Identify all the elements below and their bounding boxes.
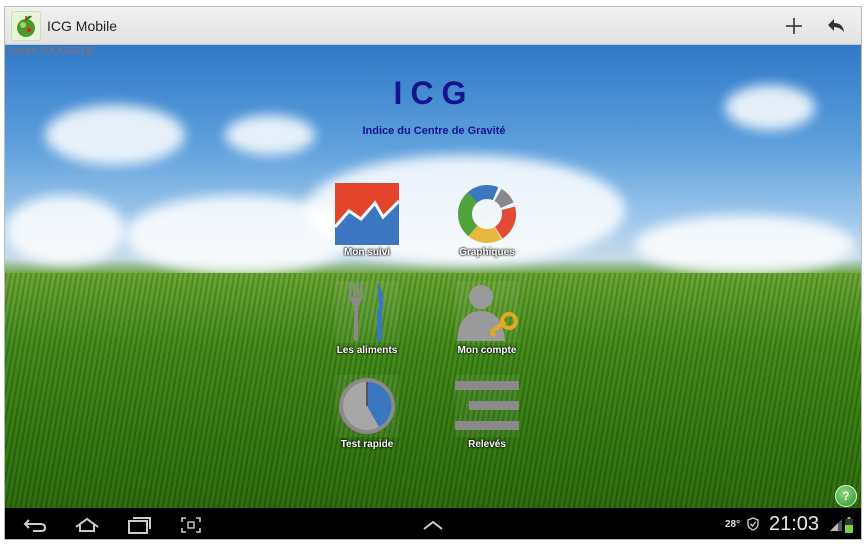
- tile-releves[interactable]: Relevés: [447, 375, 527, 455]
- user-key-icon: [455, 281, 519, 343]
- plus-icon: [786, 18, 802, 34]
- donut-chart-icon: [455, 183, 519, 245]
- nav-screenshot-button[interactable]: [175, 514, 207, 536]
- page-subtitle: Indice du Centre de Gravité: [362, 125, 506, 137]
- screenshot-icon: [181, 517, 201, 533]
- cloud: [635, 215, 855, 275]
- help-button[interactable]: ?: [835, 485, 857, 507]
- status-clock: 21:03: [769, 513, 820, 535]
- help-icon: ?: [842, 489, 850, 503]
- page-title: ICG: [393, 75, 475, 111]
- app-logo-icon[interactable]: [11, 11, 41, 41]
- battery-icon: [845, 517, 853, 533]
- app-window: ICG Mobile Joseph DJOGBEDE ICG Indice du…: [4, 6, 862, 540]
- tile-mon-suivi[interactable]: Mon suivi: [327, 183, 407, 263]
- status-temperature: 28°: [725, 519, 741, 530]
- fork-knife-icon: [335, 281, 399, 343]
- cloud: [125, 195, 355, 275]
- user-name: Joseph DJOGBEDE: [5, 46, 96, 57]
- list-bars-icon: [455, 375, 519, 437]
- recent-apps-icon: [128, 517, 151, 534]
- nav-home-button[interactable]: [71, 514, 103, 536]
- back-arrow-icon: [23, 519, 47, 532]
- home-icon: [75, 517, 99, 532]
- tile-test-rapide[interactable]: Test rapide: [327, 375, 407, 455]
- cloud: [5, 195, 125, 265]
- signal-icon: [830, 519, 842, 531]
- tile-label: Mon compte: [457, 345, 517, 356]
- shield-check-icon: [747, 517, 759, 531]
- tile-mon-compte[interactable]: Mon compte: [447, 281, 527, 361]
- reply-arrow-icon: [828, 19, 844, 32]
- add-button[interactable]: [779, 12, 809, 40]
- chevron-up-icon: [423, 520, 443, 530]
- main-content: Joseph DJOGBEDE ICG Indice du Centre de …: [5, 45, 861, 508]
- nav-expand-button[interactable]: [417, 514, 449, 536]
- tile-label: Relevés: [468, 439, 506, 450]
- app-title: ICG Mobile: [47, 18, 118, 34]
- nav-recent-apps-button[interactable]: [123, 514, 155, 536]
- action-bar: ICG Mobile: [5, 7, 861, 45]
- tile-label: Test rapide: [340, 439, 394, 450]
- tile-les-aliments[interactable]: Les aliments: [327, 281, 407, 361]
- tile-label: Graphiques: [459, 247, 515, 258]
- tile-graphiques[interactable]: Graphiques: [447, 183, 527, 263]
- nav-back-button[interactable]: [19, 514, 51, 536]
- trend-chart-icon: [333, 183, 401, 245]
- back-button[interactable]: [821, 12, 851, 40]
- timer-icon: [335, 375, 399, 437]
- grass-background: [5, 273, 861, 508]
- system-nav-bar: 28° 21:03: [5, 508, 861, 539]
- tile-label: Mon suivi: [343, 247, 391, 258]
- tile-label: Les aliments: [336, 345, 398, 356]
